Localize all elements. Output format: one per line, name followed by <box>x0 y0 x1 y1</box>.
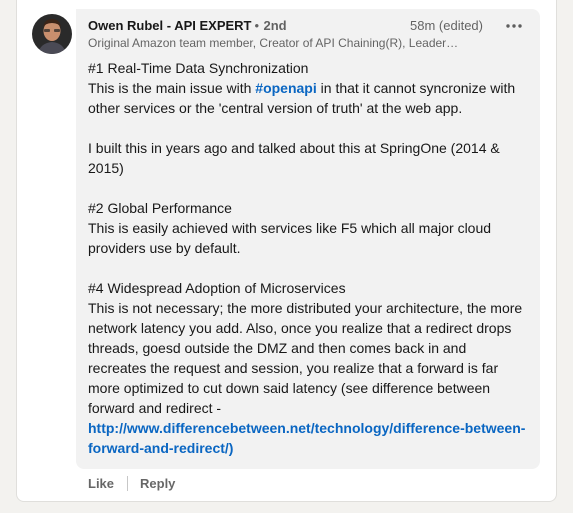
comment-actions: Like Reply <box>88 473 175 493</box>
profile-photo-icon <box>32 14 72 54</box>
paragraph-4-line-3: http://www.differencebetween.net/technol… <box>88 418 528 458</box>
more-options-button[interactable] <box>500 17 528 35</box>
text-fragment: This is the main issue with <box>88 80 256 96</box>
external-link[interactable]: http://www.differencebetween.net/technol… <box>88 420 525 456</box>
author-name[interactable]: Owen Rubel - API EXPERT <box>88 18 251 33</box>
connection-degree: 2nd <box>263 18 287 33</box>
paragraph-spacer <box>88 258 528 278</box>
paragraph-spacer <box>88 178 528 198</box>
comment-body: #1 Real-Time Data Synchronization This i… <box>88 58 528 458</box>
paragraph-2-line-1: I built this in years ago and talked abo… <box>88 140 500 176</box>
paragraph-spacer <box>88 118 528 138</box>
paragraph-3-line-1: #2 Global Performance <box>88 200 232 216</box>
author-headline: Original Amazon team member, Creator of … <box>88 36 459 50</box>
comment-bubble: Owen Rubel - API EXPERT • 2nd 58m (edited… <box>76 9 540 469</box>
reply-button[interactable]: Reply <box>140 476 175 491</box>
hashtag-link[interactable]: #openapi <box>255 80 316 96</box>
comment-header: Owen Rubel - API EXPERT • 2nd 58m (edited… <box>88 17 528 35</box>
avatar[interactable] <box>32 14 72 54</box>
comment-timestamp: 58m (edited) <box>410 18 483 33</box>
paragraph-3-line-2: This is easily achieved with services li… <box>88 220 492 256</box>
action-divider <box>127 475 129 491</box>
ellipsis-icon <box>506 24 522 28</box>
paragraph-4-line-2: This is not necessary; the more distribu… <box>88 300 523 416</box>
like-button[interactable]: Like <box>88 476 114 491</box>
paragraph-1-line-2: This is the main issue with #openapi in … <box>88 78 528 118</box>
paragraph-1-line-1: #1 Real-Time Data Synchronization <box>88 60 309 76</box>
paragraph-4-line-1: #4 Widespread Adoption of Microservices <box>88 280 346 296</box>
degree-separator: • <box>254 18 260 33</box>
